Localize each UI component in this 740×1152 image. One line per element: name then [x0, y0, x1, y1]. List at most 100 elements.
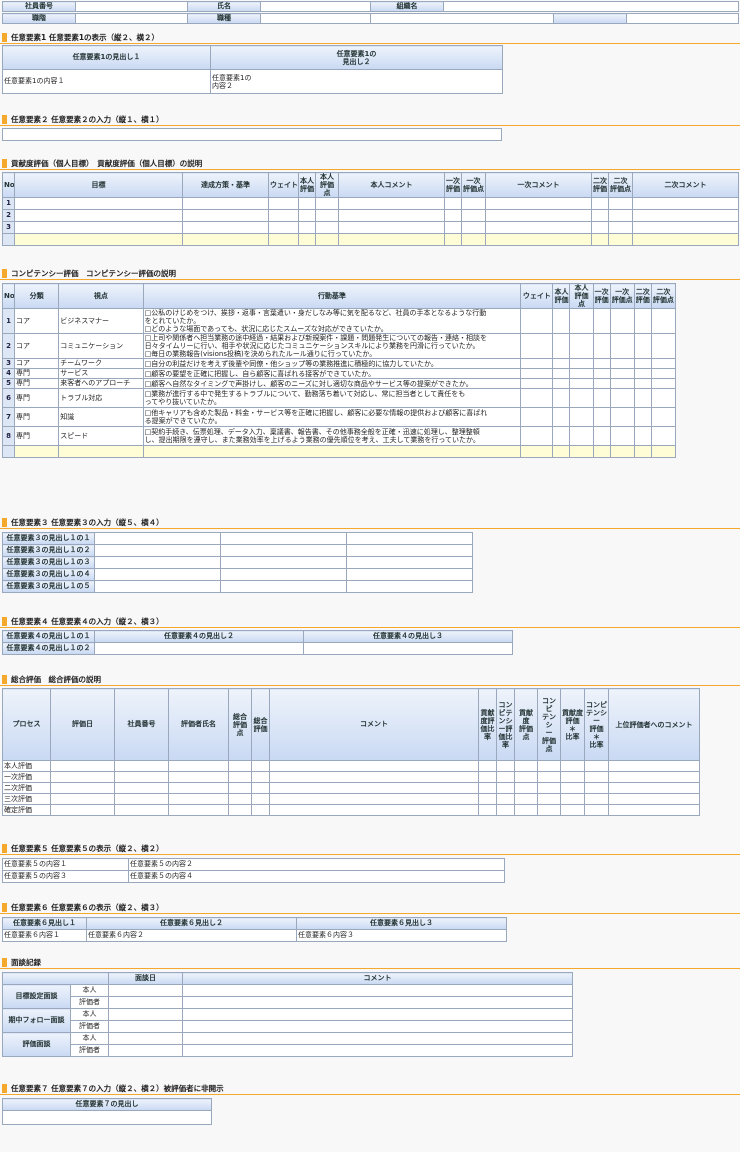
eval-cell[interactable] — [633, 378, 652, 389]
eval-cell[interactable] — [650, 368, 677, 379]
goal-input[interactable] — [14, 197, 183, 210]
eval-cell[interactable] — [552, 358, 571, 369]
goal-input[interactable] — [14, 221, 183, 234]
s2-input[interactable] — [2, 128, 502, 141]
eval-cell[interactable] — [592, 388, 611, 408]
weight-input[interactable] — [268, 221, 299, 234]
s3-h-firstcomment: 一次コメント — [485, 172, 592, 198]
eval-cell[interactable] — [569, 378, 594, 389]
eval-cell[interactable] — [592, 308, 611, 334]
s5-input[interactable] — [94, 580, 221, 593]
eval-cell[interactable] — [650, 358, 677, 369]
eval-cell[interactable] — [569, 426, 594, 446]
s5-input[interactable] — [220, 532, 347, 545]
interview-date[interactable] — [108, 1032, 183, 1045]
interview-group: 目標設定面談 — [2, 984, 71, 1009]
s5-input[interactable] — [346, 580, 473, 593]
job-type-label: 職種 — [187, 13, 261, 24]
eval-cell[interactable] — [650, 426, 677, 446]
method-input[interactable] — [182, 221, 269, 234]
method-input[interactable] — [182, 197, 269, 210]
eval-cell[interactable] — [569, 368, 594, 379]
eval-cell[interactable] — [633, 308, 652, 334]
interview-comment[interactable] — [182, 1032, 573, 1045]
s5-input[interactable] — [94, 544, 221, 557]
eval-cell[interactable] — [609, 388, 635, 408]
eval-cell[interactable] — [633, 388, 652, 408]
eval-cell[interactable] — [609, 407, 635, 427]
interview-comment[interactable] — [182, 984, 573, 997]
interview-date[interactable] — [108, 1044, 183, 1057]
eval-cell[interactable] — [633, 333, 652, 359]
eval-cell[interactable] — [609, 358, 635, 369]
eval-cell[interactable] — [592, 378, 611, 389]
interview-comment[interactable] — [182, 1020, 573, 1033]
eval-cell[interactable] — [609, 368, 635, 379]
s6-input[interactable] — [303, 642, 513, 655]
eval-cell[interactable] — [633, 358, 652, 369]
self-eval-pt — [315, 209, 339, 222]
s3-h-selfpt: 本人 評価点 — [315, 172, 339, 198]
eval-cell[interactable] — [552, 308, 571, 334]
eval-cell[interactable] — [592, 426, 611, 446]
eval-cell[interactable] — [552, 388, 571, 408]
s5-input[interactable] — [220, 568, 347, 581]
s4-h-cat: 分類 — [14, 283, 60, 309]
criteria: □上司や関係者へ担当業務の途中経過・結果および新規案件・課題・問題発生についての… — [142, 333, 522, 359]
eval-cell[interactable] — [592, 368, 611, 379]
s6-row-label: 任意要素４の見出し１の１ — [2, 630, 95, 643]
method-input[interactable] — [182, 209, 269, 222]
interview-date[interactable] — [108, 1020, 183, 1033]
eval-cell[interactable] — [650, 378, 677, 389]
eval-cell[interactable] — [609, 308, 635, 334]
eval-cell[interactable] — [633, 426, 652, 446]
weight-input[interactable] — [268, 209, 299, 222]
s5-input[interactable] — [94, 532, 221, 545]
eval-cell[interactable] — [569, 407, 594, 427]
criteria: □業務が進行する中で発生するトラブルについて、勤務落ち着いて対応し、常に担当者と… — [142, 388, 522, 408]
s5-input[interactable] — [346, 568, 473, 581]
s5-input[interactable] — [220, 580, 347, 593]
s5-input[interactable] — [346, 544, 473, 557]
eval-cell[interactable] — [552, 426, 571, 446]
interview-comment[interactable] — [182, 1008, 573, 1021]
eval-cell[interactable] — [592, 333, 611, 359]
eval-cell[interactable] — [650, 308, 677, 334]
eval-cell[interactable] — [569, 308, 594, 334]
total-value — [552, 445, 571, 458]
eval-cell[interactable] — [569, 358, 594, 369]
eval-cell[interactable] — [650, 333, 677, 359]
eval-cell[interactable] — [609, 426, 635, 446]
eval-cell[interactable] — [552, 333, 571, 359]
eval-cell[interactable] — [592, 358, 611, 369]
interview-date[interactable] — [108, 1008, 183, 1021]
eval-cell[interactable] — [633, 368, 652, 379]
s5-input[interactable] — [220, 556, 347, 569]
eval-cell[interactable] — [609, 378, 635, 389]
eval-cell[interactable] — [650, 388, 677, 408]
interview-comment[interactable] — [182, 1044, 573, 1057]
eval-cell[interactable] — [552, 407, 571, 427]
s5-input[interactable] — [94, 568, 221, 581]
weight-input[interactable] — [268, 197, 299, 210]
s5-input[interactable] — [346, 532, 473, 545]
eval-cell[interactable] — [592, 407, 611, 427]
interview-date[interactable] — [108, 996, 183, 1009]
s5-input[interactable] — [94, 556, 221, 569]
s5-input[interactable] — [220, 544, 347, 557]
eval-cell[interactable] — [552, 368, 571, 379]
eval-cell[interactable] — [633, 407, 652, 427]
interview-comment[interactable] — [182, 996, 573, 1009]
s6-input[interactable] — [94, 642, 304, 655]
eval-cell[interactable] — [569, 388, 594, 408]
viewpoint: 知識 — [58, 407, 144, 427]
s11-input[interactable] — [2, 1110, 212, 1125]
eval-cell[interactable] — [650, 407, 677, 427]
eval-cell[interactable] — [609, 333, 635, 359]
s5-input[interactable] — [346, 556, 473, 569]
interview-date[interactable] — [108, 984, 183, 997]
goal-input[interactable] — [14, 209, 183, 222]
eval-cell[interactable] — [569, 333, 594, 359]
eval-cell[interactable] — [552, 378, 571, 389]
category: コア — [14, 308, 60, 334]
